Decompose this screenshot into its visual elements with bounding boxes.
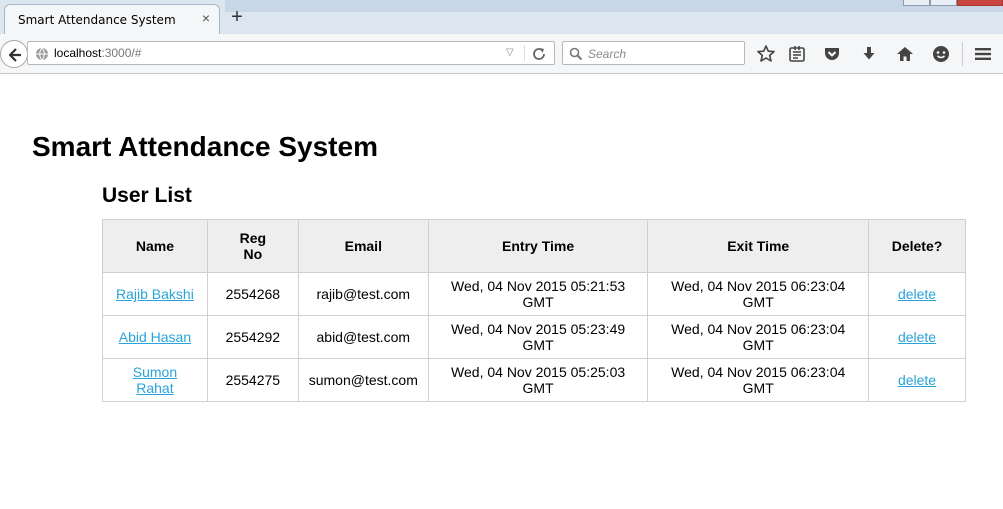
table-row: Rajib Bakshi 2554268 rajib@test.com Wed,… bbox=[102, 272, 966, 316]
search-bar[interactable]: Search bbox=[562, 41, 745, 65]
section-title: User List bbox=[102, 184, 192, 207]
url-path: :3000/# bbox=[101, 46, 142, 60]
user-name-link[interactable]: Abid Hasan bbox=[119, 329, 191, 345]
entry-time-line1: Wed, 04 Nov 2015 05:23:49 bbox=[451, 321, 626, 337]
cell-email: abid@test.com bbox=[297, 315, 429, 359]
exit-time-line2: GMT bbox=[742, 337, 774, 353]
window-maximize-button[interactable] bbox=[930, 0, 957, 6]
chat-icon[interactable] bbox=[931, 44, 951, 64]
cell-reg-no: 2554275 bbox=[206, 358, 299, 402]
reading-list-icon[interactable] bbox=[787, 44, 807, 64]
exit-time-line2: GMT bbox=[742, 294, 774, 310]
search-placeholder: Search bbox=[588, 47, 627, 61]
cell-name: Sumon Rahat bbox=[102, 358, 208, 402]
cell-entry-time: Wed, 04 Nov 2015 05:25:03 GMT bbox=[427, 358, 649, 402]
entry-time-line2: GMT bbox=[522, 294, 554, 310]
cell-name: Rajib Bakshi bbox=[102, 272, 208, 316]
reload-icon[interactable] bbox=[531, 46, 547, 62]
reg-header-line2: No bbox=[243, 246, 263, 262]
table-header-row: Name Reg No Email Entry Time Exit Time De… bbox=[102, 219, 966, 273]
entry-time-line1: Wed, 04 Nov 2015 05:25:03 bbox=[451, 364, 626, 380]
column-header-delete: Delete? bbox=[868, 219, 966, 273]
reg-header-line1: Reg bbox=[239, 230, 267, 246]
url-divider bbox=[524, 45, 525, 61]
cell-delete: delete bbox=[868, 272, 966, 316]
table-header: Name Reg No Email Entry Time Exit Time De… bbox=[102, 219, 966, 273]
user-name-line1: Abid Hasan bbox=[118, 329, 192, 345]
column-header-reg-no: Reg No bbox=[206, 219, 299, 273]
exit-time-line2: GMT bbox=[742, 380, 774, 396]
cell-reg-no: 2554268 bbox=[206, 272, 299, 316]
user-name-link[interactable]: Rajib Bakshi bbox=[116, 286, 194, 302]
user-name-link[interactable]: Sumon Rahat bbox=[133, 364, 177, 396]
new-tab-button[interactable]: + bbox=[228, 7, 246, 27]
exit-time-line1: Wed, 04 Nov 2015 06:23:04 bbox=[671, 321, 846, 337]
cell-email: sumon@test.com bbox=[297, 358, 429, 402]
entry-time-line1: Wed, 04 Nov 2015 05:21:53 bbox=[451, 278, 626, 294]
bookmark-star-icon[interactable] bbox=[756, 44, 776, 64]
hamburger-menu-icon[interactable] bbox=[973, 44, 993, 64]
exit-time-line1: Wed, 04 Nov 2015 06:23:04 bbox=[671, 364, 846, 380]
url-bar[interactable]: localhost:3000/# ▽ bbox=[27, 41, 555, 65]
browser-tab-active[interactable]: Smart Attendance System × bbox=[4, 4, 220, 34]
pocket-icon[interactable] bbox=[822, 44, 842, 64]
cell-delete: delete bbox=[868, 358, 966, 402]
cell-entry-time: Wed, 04 Nov 2015 05:21:53 GMT bbox=[427, 272, 649, 316]
cell-delete: delete bbox=[868, 315, 966, 359]
page-title: Smart Attendance System bbox=[32, 131, 378, 162]
cell-exit-time: Wed, 04 Nov 2015 06:23:04 GMT bbox=[647, 272, 870, 316]
browser-tab-bar: Smart Attendance System × + bbox=[0, 0, 1003, 34]
close-tab-icon[interactable]: × bbox=[198, 10, 214, 26]
cell-exit-time: Wed, 04 Nov 2015 06:23:04 GMT bbox=[647, 358, 870, 402]
entry-time-line2: GMT bbox=[522, 380, 554, 396]
table-row: Abid Hasan 2554292 abid@test.com Wed, 04… bbox=[102, 315, 966, 359]
column-header-name: Name bbox=[102, 219, 208, 273]
cell-reg-no: 2554292 bbox=[206, 315, 299, 359]
column-header-entry-time: Entry Time bbox=[427, 219, 649, 273]
exit-time-line1: Wed, 04 Nov 2015 06:23:04 bbox=[671, 278, 846, 294]
cell-email: rajib@test.com bbox=[297, 272, 429, 316]
delete-link[interactable]: delete bbox=[898, 329, 936, 345]
user-name-line2: Rahat bbox=[136, 380, 174, 396]
window-minimize-button[interactable] bbox=[903, 0, 930, 6]
toolbar-divider bbox=[962, 42, 963, 66]
column-header-exit-time: Exit Time bbox=[647, 219, 870, 273]
globe-icon bbox=[36, 47, 48, 61]
browser-nav-bar: localhost:3000/# ▽ Search bbox=[0, 34, 1003, 74]
url-history-dropdown-icon[interactable]: ▽ bbox=[506, 47, 514, 58]
window-close-button[interactable] bbox=[957, 0, 1003, 6]
search-icon bbox=[569, 47, 583, 61]
delete-link[interactable]: delete bbox=[898, 372, 936, 388]
cell-exit-time: Wed, 04 Nov 2015 06:23:04 GMT bbox=[647, 315, 870, 359]
url-text: localhost:3000/# bbox=[54, 46, 141, 60]
table-row: Sumon Rahat 2554275 sumon@test.com Wed, 0… bbox=[102, 358, 966, 402]
table-body: Rajib Bakshi 2554268 rajib@test.com Wed,… bbox=[102, 272, 966, 402]
delete-link[interactable]: delete bbox=[898, 286, 936, 302]
tab-title: Smart Attendance System bbox=[18, 13, 176, 27]
download-icon[interactable] bbox=[859, 44, 879, 64]
back-arrow-icon bbox=[8, 48, 21, 62]
user-name-line1: Rajib Bakshi bbox=[116, 286, 194, 302]
cell-entry-time: Wed, 04 Nov 2015 05:23:49 GMT bbox=[427, 315, 649, 359]
back-button[interactable] bbox=[0, 40, 28, 68]
home-icon[interactable] bbox=[895, 44, 915, 64]
user-list-table: Name Reg No Email Entry Time Exit Time De… bbox=[102, 219, 966, 402]
entry-time-line2: GMT bbox=[522, 337, 554, 353]
column-header-email: Email bbox=[297, 219, 429, 273]
url-host: localhost bbox=[54, 46, 102, 60]
user-name-line1: Sumon bbox=[132, 364, 178, 380]
cell-name: Abid Hasan bbox=[102, 315, 208, 359]
tab-strip-background bbox=[225, 0, 1003, 12]
